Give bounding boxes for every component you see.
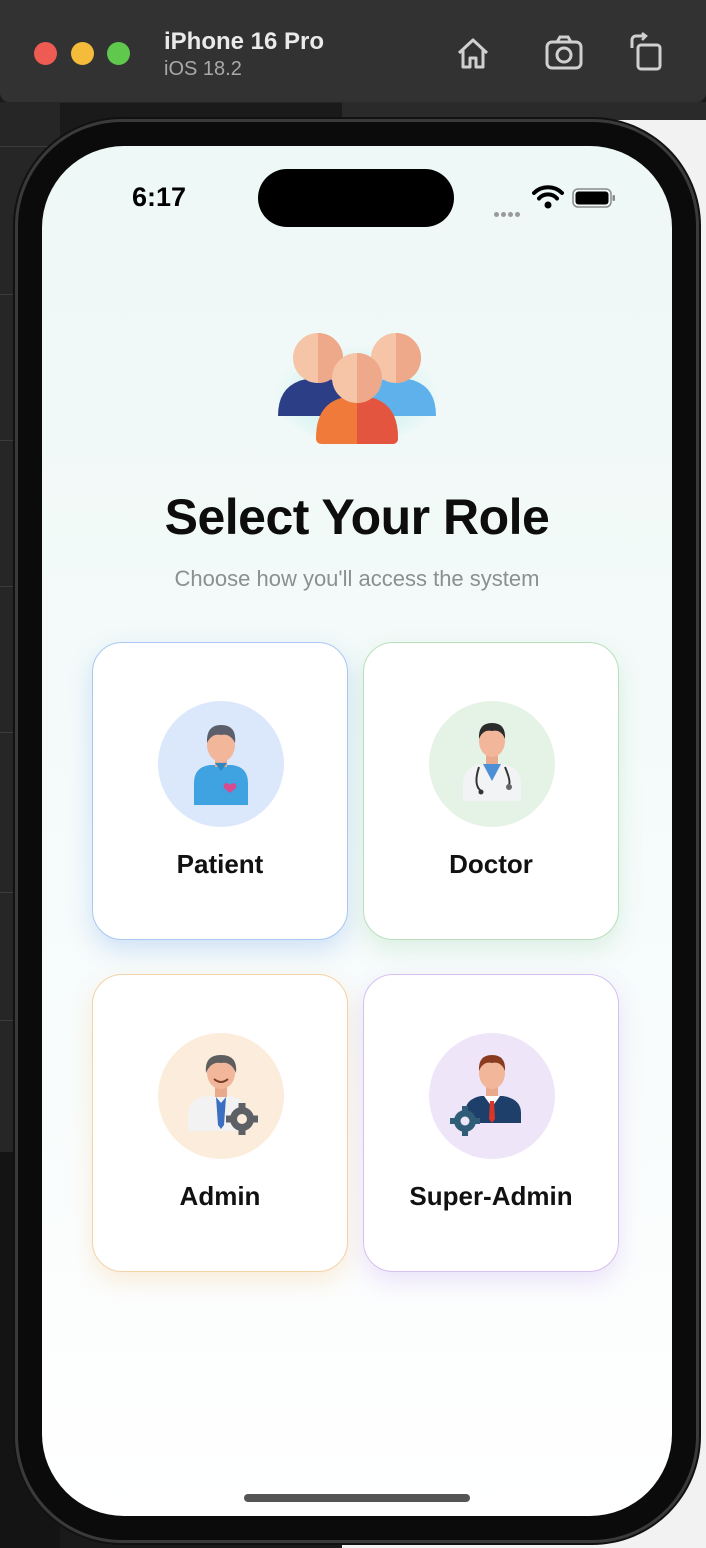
home-icon[interactable] bbox=[452, 32, 494, 74]
close-window-button[interactable] bbox=[34, 42, 57, 65]
dynamic-island bbox=[258, 169, 454, 227]
device-name: iPhone 16 Pro bbox=[164, 28, 325, 55]
simulator-title-bar: iPhone 16 Pro iOS 18.2 bbox=[0, 0, 706, 103]
role-card-admin[interactable]: Admin bbox=[92, 974, 348, 1272]
phone-screen: 6:17 Select Your Role Choose how you'll … bbox=[42, 146, 672, 1516]
patient-icon bbox=[158, 701, 284, 827]
user-group-icon bbox=[273, 333, 441, 444]
rotate-icon[interactable] bbox=[626, 32, 668, 74]
role-card-doctor[interactable]: Doctor bbox=[363, 642, 619, 940]
role-label-super-admin: Super-Admin bbox=[409, 1181, 573, 1211]
battery-icon bbox=[572, 188, 615, 208]
os-version: iOS 18.2 bbox=[164, 58, 242, 80]
doctor-icon bbox=[429, 701, 555, 827]
role-card-super-admin[interactable]: Super-Admin bbox=[363, 974, 619, 1272]
minimize-window-button[interactable] bbox=[71, 42, 94, 65]
role-label-admin: Admin bbox=[179, 1181, 261, 1211]
super-admin-icon bbox=[429, 1033, 555, 1159]
role-label-patient: Patient bbox=[176, 849, 264, 879]
status-time: 6:17 bbox=[132, 182, 187, 212]
home-indicator[interactable] bbox=[244, 1494, 470, 1502]
page-title: Select Your Role bbox=[164, 489, 550, 545]
role-label-doctor: Doctor bbox=[449, 849, 533, 879]
signal-icon bbox=[494, 204, 526, 217]
zoom-window-button[interactable] bbox=[107, 42, 130, 65]
wifi-icon bbox=[532, 185, 564, 209]
role-card-patient[interactable]: Patient bbox=[92, 642, 348, 940]
admin-icon bbox=[158, 1033, 284, 1159]
page-subtitle: Choose how you'll access the system bbox=[174, 566, 540, 591]
screenshot-icon[interactable] bbox=[543, 32, 585, 74]
phone-frame: 6:17 Select Your Role Choose how you'll … bbox=[18, 122, 696, 1540]
